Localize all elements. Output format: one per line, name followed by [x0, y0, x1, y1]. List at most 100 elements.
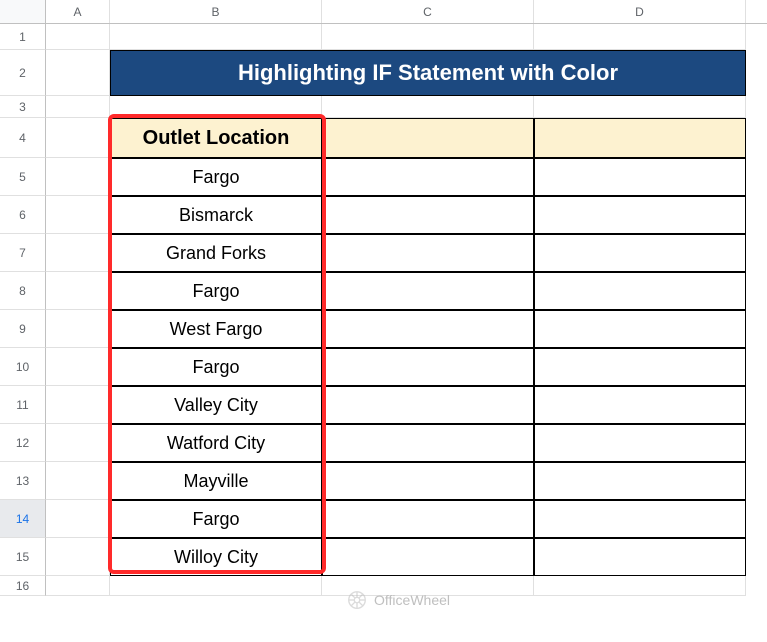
- row-6: Bismarck: [46, 196, 767, 234]
- row-header-5[interactable]: 5: [0, 158, 46, 196]
- grid-area[interactable]: Highlighting IF Statement with Color Out…: [46, 24, 767, 642]
- row-10: Fargo: [46, 348, 767, 386]
- cell-A7[interactable]: [46, 234, 110, 272]
- select-all-corner[interactable]: [0, 0, 46, 23]
- cell-A14[interactable]: [46, 500, 110, 538]
- cell-A10[interactable]: [46, 348, 110, 386]
- row-1: [46, 24, 767, 50]
- row-8: Fargo: [46, 272, 767, 310]
- cell-D10[interactable]: [534, 348, 746, 386]
- cell-B1[interactable]: [110, 24, 322, 50]
- row-header-15[interactable]: 15: [0, 538, 46, 576]
- cell-D13[interactable]: [534, 462, 746, 500]
- row-header-2[interactable]: 2: [0, 50, 46, 96]
- cell-B8[interactable]: Fargo: [110, 272, 322, 310]
- cell-D6[interactable]: [534, 196, 746, 234]
- row-15: Willoy City: [46, 538, 767, 576]
- row-header-12[interactable]: 12: [0, 424, 46, 462]
- row-header-13[interactable]: 13: [0, 462, 46, 500]
- cell-C3[interactable]: [322, 96, 534, 118]
- cell-A1[interactable]: [46, 24, 110, 50]
- cell-B5[interactable]: Fargo: [110, 158, 322, 196]
- row-4: Outlet Location: [46, 118, 767, 158]
- row-header-3[interactable]: 3: [0, 96, 46, 118]
- row-7: Grand Forks: [46, 234, 767, 272]
- cell-C5[interactable]: [322, 158, 534, 196]
- cell-D9[interactable]: [534, 310, 746, 348]
- cell-C8[interactable]: [322, 272, 534, 310]
- cell-A15[interactable]: [46, 538, 110, 576]
- cell-D16[interactable]: [534, 576, 746, 596]
- cell-A4[interactable]: [46, 118, 110, 158]
- spreadsheet: A B C D 1 2 3 4 5 6 7 8 9 10 11 12 13 14…: [0, 0, 767, 642]
- cell-B7[interactable]: Grand Forks: [110, 234, 322, 272]
- cell-A8[interactable]: [46, 272, 110, 310]
- table-header-C[interactable]: [322, 118, 534, 158]
- cell-D12[interactable]: [534, 424, 746, 462]
- cell-C6[interactable]: [322, 196, 534, 234]
- cell-A16[interactable]: [46, 576, 110, 596]
- cell-D1[interactable]: [534, 24, 746, 50]
- row-header-1[interactable]: 1: [0, 24, 46, 50]
- cell-C9[interactable]: [322, 310, 534, 348]
- row-3: [46, 96, 767, 118]
- col-header-A[interactable]: A: [46, 0, 110, 23]
- table-header-D[interactable]: [534, 118, 746, 158]
- row-11: Valley City: [46, 386, 767, 424]
- row-header-6[interactable]: 6: [0, 196, 46, 234]
- cell-C11[interactable]: [322, 386, 534, 424]
- cell-D8[interactable]: [534, 272, 746, 310]
- cell-A3[interactable]: [46, 96, 110, 118]
- cell-C10[interactable]: [322, 348, 534, 386]
- cell-C12[interactable]: [322, 424, 534, 462]
- cell-A9[interactable]: [46, 310, 110, 348]
- cell-B9[interactable]: West Fargo: [110, 310, 322, 348]
- cell-A2[interactable]: [46, 50, 110, 96]
- cell-B10[interactable]: Fargo: [110, 348, 322, 386]
- cell-D3[interactable]: [534, 96, 746, 118]
- row-12: Watford City: [46, 424, 767, 462]
- cell-D5[interactable]: [534, 158, 746, 196]
- row-header-16[interactable]: 16: [0, 576, 46, 596]
- cell-A5[interactable]: [46, 158, 110, 196]
- cell-B6[interactable]: Bismarck: [110, 196, 322, 234]
- cell-C15[interactable]: [322, 538, 534, 576]
- cell-B16[interactable]: [110, 576, 322, 596]
- cell-D7[interactable]: [534, 234, 746, 272]
- cell-C1[interactable]: [322, 24, 534, 50]
- row-header-7[interactable]: 7: [0, 234, 46, 272]
- row-header-9[interactable]: 9: [0, 310, 46, 348]
- col-header-C[interactable]: C: [322, 0, 534, 23]
- row-header-8[interactable]: 8: [0, 272, 46, 310]
- cell-B3[interactable]: [110, 96, 322, 118]
- cell-B15[interactable]: Willoy City: [110, 538, 322, 576]
- title-banner[interactable]: Highlighting IF Statement with Color: [110, 50, 746, 96]
- row-16: [46, 576, 767, 596]
- cell-C16[interactable]: [322, 576, 534, 596]
- cell-A13[interactable]: [46, 462, 110, 500]
- cell-D15[interactable]: [534, 538, 746, 576]
- table-header-B[interactable]: Outlet Location: [110, 118, 322, 158]
- row-2: Highlighting IF Statement with Color: [46, 50, 767, 96]
- row-9: West Fargo: [46, 310, 767, 348]
- cell-C7[interactable]: [322, 234, 534, 272]
- row-header-4[interactable]: 4: [0, 118, 46, 158]
- cell-B11[interactable]: Valley City: [110, 386, 322, 424]
- cell-A11[interactable]: [46, 386, 110, 424]
- col-header-D[interactable]: D: [534, 0, 746, 23]
- column-headers-row: A B C D: [0, 0, 767, 24]
- row-header-10[interactable]: 10: [0, 348, 46, 386]
- row-header-11[interactable]: 11: [0, 386, 46, 424]
- row-header-14[interactable]: 14: [0, 500, 46, 538]
- cell-D11[interactable]: [534, 386, 746, 424]
- cell-C14[interactable]: [322, 500, 534, 538]
- col-header-B[interactable]: B: [110, 0, 322, 23]
- body-area: 1 2 3 4 5 6 7 8 9 10 11 12 13 14 15 16: [0, 24, 767, 642]
- cell-D14[interactable]: [534, 500, 746, 538]
- cell-B14[interactable]: Fargo: [110, 500, 322, 538]
- cell-A12[interactable]: [46, 424, 110, 462]
- cell-B12[interactable]: Watford City: [110, 424, 322, 462]
- cell-C13[interactable]: [322, 462, 534, 500]
- cell-B13[interactable]: Mayville: [110, 462, 322, 500]
- cell-A6[interactable]: [46, 196, 110, 234]
